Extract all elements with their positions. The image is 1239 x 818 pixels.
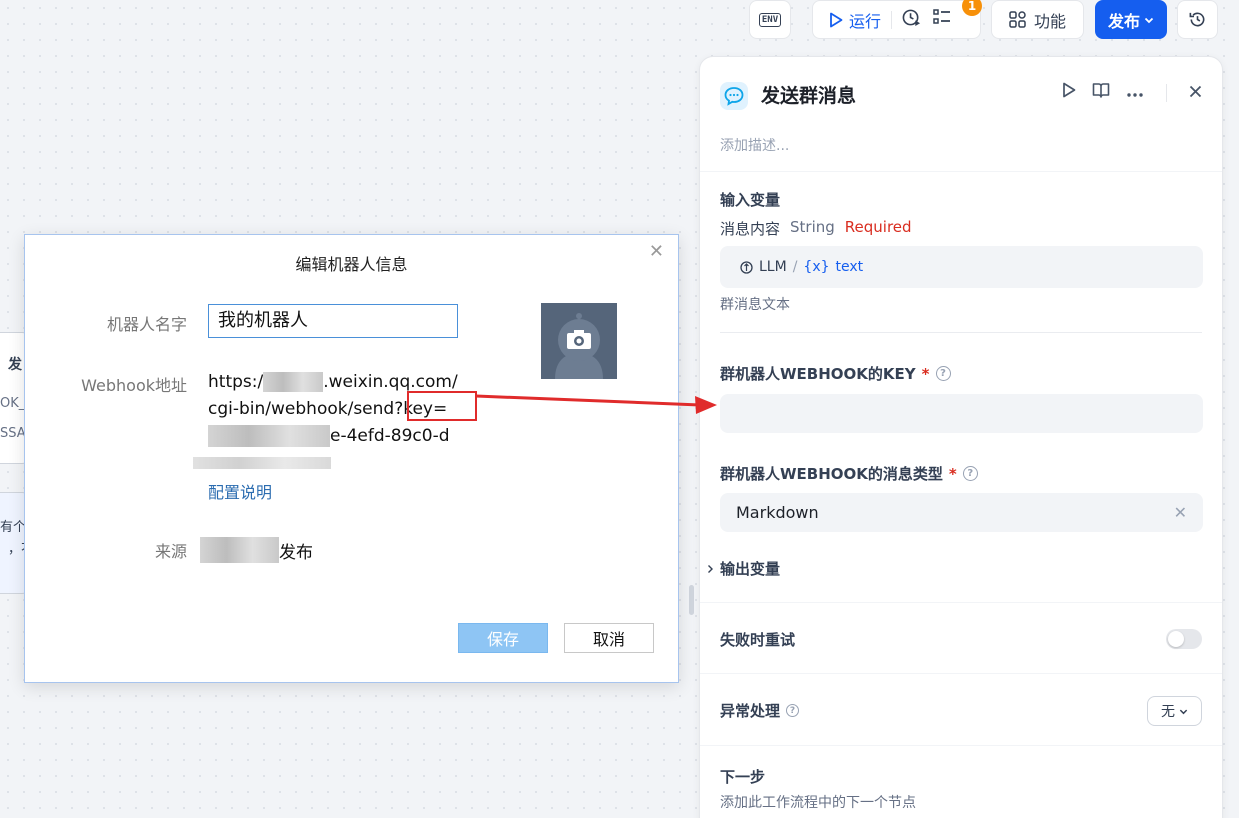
help-icon[interactable]: ? [962,466,978,481]
divider [700,171,1222,172]
var-source-node: LLM [759,259,787,275]
clock-play-icon [902,9,921,26]
webhook-line3-suffix: e-4efd-89c0-d [330,426,450,446]
robot-name-input[interactable]: 我的机器人 [208,304,458,338]
header-divider [1166,83,1167,102]
var-hint: 群消息文本 [720,297,790,313]
webhook-key-input[interactable] [720,394,1203,433]
edit-robot-dialog: 编辑机器人信息 ✕ 机器人名字 我的机器人 Webhook地址 https:/.… [24,234,679,683]
chat-bubble-icon [720,82,748,110]
checklist-button[interactable] [933,8,951,31]
help-doc-button[interactable] [1092,82,1110,103]
var-name: 消息内容 [720,220,781,238]
source-label: 来源 [154,542,187,561]
publish-button[interactable]: 发布 [1095,0,1167,39]
var-reference-field[interactable]: LLM / {x} text [720,246,1203,288]
dialog-close-icon[interactable]: ✕ [649,241,664,262]
node-config-panel: 发送群消息 添加描述... 输入变量 消息内容 String Required … [699,56,1223,818]
var-type: String [790,218,835,236]
llm-node-icon [740,260,753,274]
path-separator: / [792,259,798,275]
retry-toggle[interactable] [1166,629,1202,649]
input-vars-title: 输入变量 [720,191,781,209]
dialog-title: 编辑机器人信息 [295,255,408,274]
toolbar-divider [891,10,893,29]
error-handling-select[interactable]: 无 [1147,696,1202,726]
grid-icon [1009,11,1026,28]
chevron-down-icon [1144,17,1154,23]
divider [700,673,1222,674]
version-history-button[interactable] [1177,0,1218,39]
publish-label: 发布 [1107,11,1140,31]
history-icon [1189,12,1205,27]
clear-icon[interactable]: ✕ [1174,503,1187,522]
help-icon[interactable]: ? [786,704,800,717]
webhook-line1-prefix: https:/ [208,372,264,392]
source-value: 发布 [200,537,313,563]
run-label: 运行 [849,11,882,31]
save-button[interactable]: 保存 [458,623,548,653]
features-button[interactable]: 功能 [991,0,1084,39]
output-vars-toggle[interactable]: 输出变量 [707,558,780,579]
key-highlight-box [407,391,477,421]
run-toolbar-group: 运行 [812,0,981,39]
msg-type-label: 群机器人WEBHOOK的消息类型 *? [720,463,978,484]
cancel-button[interactable]: 取消 [564,623,654,653]
source-suffix: 发布 [279,542,313,563]
msg-type-select[interactable]: Markdown ✕ [720,493,1203,532]
background-note-text: 有个 [0,520,27,535]
background-node-text: OK_ [0,396,26,411]
play-icon [1063,82,1076,98]
divider [720,332,1202,333]
help-icon[interactable]: ? [935,366,951,381]
next-step-hint: 添加此工作流程中的下一个节点 [720,795,916,811]
features-label: 功能 [1033,11,1066,31]
play-icon [830,12,843,27]
webhook-label: Webhook地址 [81,376,187,395]
close-panel-button[interactable] [1189,83,1202,103]
book-open-icon [1092,83,1110,98]
env-button[interactable]: ENV [749,0,791,39]
retry-label: 失败时重试 [720,631,796,649]
run-history-button[interactable] [902,8,921,32]
redacted-block [193,457,331,469]
redacted-block [263,372,324,392]
webhook-url[interactable]: https:/.weixin.qq.com/ cgi-bin/webhook/s… [193,369,488,477]
more-horizontal-icon [1127,92,1143,97]
input-var-row: 消息内容 String Required [720,218,912,239]
msg-type-value: Markdown [736,503,819,522]
node-title[interactable]: 发送群消息 [761,82,856,110]
error-handling-value: 无 [1161,704,1175,720]
var-source-field: text [835,259,864,275]
next-step-title: 下一步 [720,768,766,786]
robot-name-label: 机器人名字 [106,315,187,334]
error-handling-label: 异常处理? [720,700,800,721]
background-node-title: 发 [8,357,22,373]
variable-icon: {x} [803,259,830,275]
chevron-down-icon [1179,709,1188,714]
divider [700,745,1222,746]
robot-avatar[interactable] [541,303,617,379]
panel-header-actions [1062,82,1202,103]
output-vars-title: 输出变量 [720,560,781,578]
run-button[interactable]: 运行 [829,8,881,32]
checklist-icon [933,9,951,24]
robot-camera-icon [541,303,617,379]
panel-resize-handle[interactable] [689,585,694,615]
chevron-right-icon [708,564,713,573]
env-icon: ENV [758,12,782,27]
webhook-key-label: 群机器人WEBHOOK的KEY *? [720,363,951,384]
divider [700,602,1222,603]
close-icon [1189,85,1202,97]
description-input[interactable]: 添加描述... [720,135,789,155]
redacted-block [200,537,279,563]
run-node-button[interactable] [1062,82,1076,103]
more-button[interactable] [1126,83,1144,103]
webhook-line1-suffix: .weixin.qq.com/ [323,372,458,392]
redacted-block [208,425,330,447]
var-required: Required [844,218,912,236]
config-help-link[interactable]: 配置说明 [208,479,272,503]
